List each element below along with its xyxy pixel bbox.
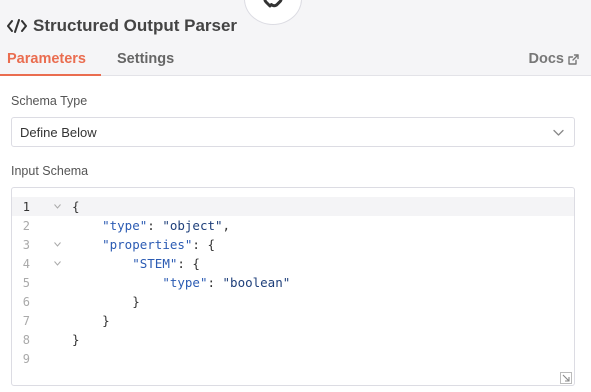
input-schema-editor[interactable]: 1 { 2 "type": "object", 3 "properties": … [11, 187, 575, 386]
fold-chevron-icon[interactable] [52, 240, 62, 250]
schema-type-select[interactable]: Define Below [11, 117, 575, 147]
code-text: } [72, 294, 140, 309]
line-number: 3 [22, 237, 30, 252]
line-number: 8 [22, 332, 30, 347]
tab-parameters[interactable]: Parameters [0, 48, 101, 76]
external-link-icon [568, 53, 579, 65]
code-line: 3 "properties": { [12, 235, 574, 254]
code-line: 4 "STEM": { [12, 254, 574, 273]
schema-type-value: Define Below [20, 124, 97, 140]
code-text: } [72, 313, 110, 328]
code-line: 8 } [12, 330, 574, 349]
code-text: "type": "object", [102, 218, 231, 233]
code-text: { [72, 199, 80, 214]
chevron-down-icon [553, 129, 564, 136]
fold-chevron-icon[interactable] [52, 202, 62, 212]
tab-settings[interactable]: Settings [117, 48, 174, 76]
code-line: 6 } [12, 292, 574, 311]
docs-link[interactable]: Docs [529, 51, 579, 67]
code-text: "properties": { [102, 237, 215, 252]
line-number: 1 [22, 199, 30, 214]
line-number: 5 [22, 275, 30, 290]
code-line: 7 } [12, 311, 574, 330]
tab-bar: Parameters Settings [0, 48, 174, 76]
code-line: 1 { [12, 197, 574, 216]
code-icon [7, 18, 27, 34]
line-number: 6 [22, 294, 30, 309]
code-line: 5 "type": "boolean" [12, 273, 574, 292]
node-header: Structured Output Parser Parameters Sett… [0, 0, 591, 76]
code-line: 2 "type": "object", [12, 216, 574, 235]
code-text: "STEM": { [132, 256, 200, 271]
panel-title: Structured Output Parser [33, 16, 238, 35]
node-badge [244, 0, 302, 25]
docs-label: Docs [528, 51, 564, 67]
code-text: } [72, 332, 80, 347]
code-line: 9 [12, 349, 574, 368]
title-row: Structured Output Parser [7, 15, 237, 37]
chain-link-icon [263, 0, 283, 8]
resize-handle-icon[interactable] [560, 371, 572, 384]
input-schema-label: Input Schema [11, 164, 89, 178]
line-number: 4 [22, 256, 30, 271]
fold-chevron-icon[interactable] [52, 259, 62, 269]
line-number: 9 [22, 351, 30, 366]
line-number: 2 [22, 218, 30, 233]
line-number: 7 [22, 313, 30, 328]
code-text: "type": "boolean" [162, 275, 291, 290]
schema-type-label: Schema Type [11, 94, 88, 108]
